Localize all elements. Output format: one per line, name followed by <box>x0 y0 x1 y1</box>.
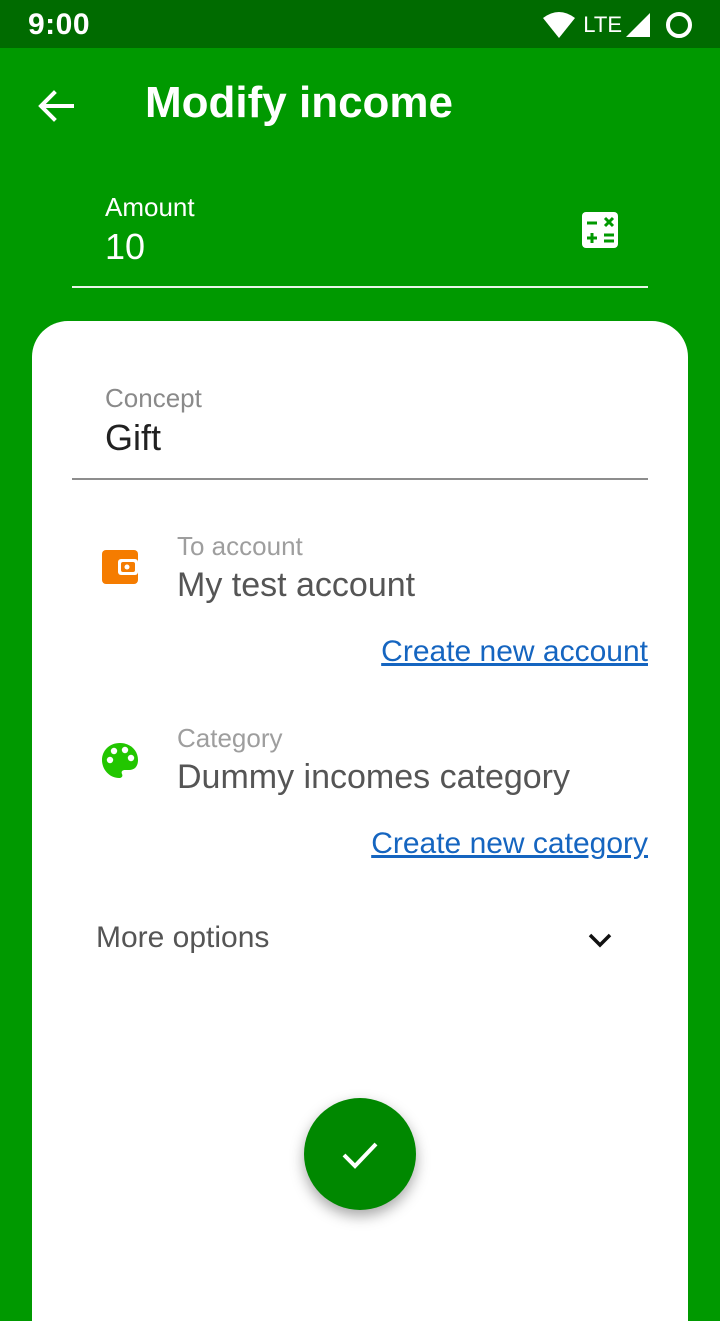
back-button[interactable] <box>30 82 82 130</box>
amount-input[interactable]: 10 <box>105 226 145 268</box>
status-icons: LTE <box>543 10 694 40</box>
amount-underline <box>72 286 648 288</box>
status-time: 9:00 <box>28 8 91 41</box>
account-select[interactable]: My test account <box>177 566 415 605</box>
signal-icon <box>626 13 650 37</box>
toolbar: Modify income <box>0 48 720 162</box>
calculator-icon <box>582 212 618 248</box>
create-category-link[interactable]: Create new category <box>371 827 648 861</box>
network-type: LTE <box>583 12 622 37</box>
save-fab-button[interactable] <box>304 1098 416 1210</box>
check-icon <box>342 1142 378 1169</box>
category-label: Category <box>177 723 283 753</box>
concept-input[interactable]: Gift <box>105 417 161 459</box>
wallet-icon <box>102 550 138 584</box>
arrow-back-icon <box>38 90 74 122</box>
amount-label: Amount <box>105 192 195 222</box>
more-options-toggle[interactable]: More options <box>72 911 648 971</box>
more-options-label: More options <box>96 921 270 954</box>
palette-icon <box>102 743 138 778</box>
create-account-link[interactable]: Create new account <box>381 635 648 669</box>
wifi-icon <box>543 12 576 38</box>
calculator-button[interactable] <box>578 208 624 254</box>
concept-underline <box>72 478 648 480</box>
page-title: Modify income <box>145 78 454 127</box>
battery-icon <box>666 12 692 38</box>
chevron-down-icon <box>588 933 612 948</box>
category-select[interactable]: Dummy incomes category <box>177 758 570 797</box>
account-label: To account <box>177 531 303 561</box>
concept-label: Concept <box>105 383 202 413</box>
status-bar: 9:00 LTE <box>0 0 720 48</box>
